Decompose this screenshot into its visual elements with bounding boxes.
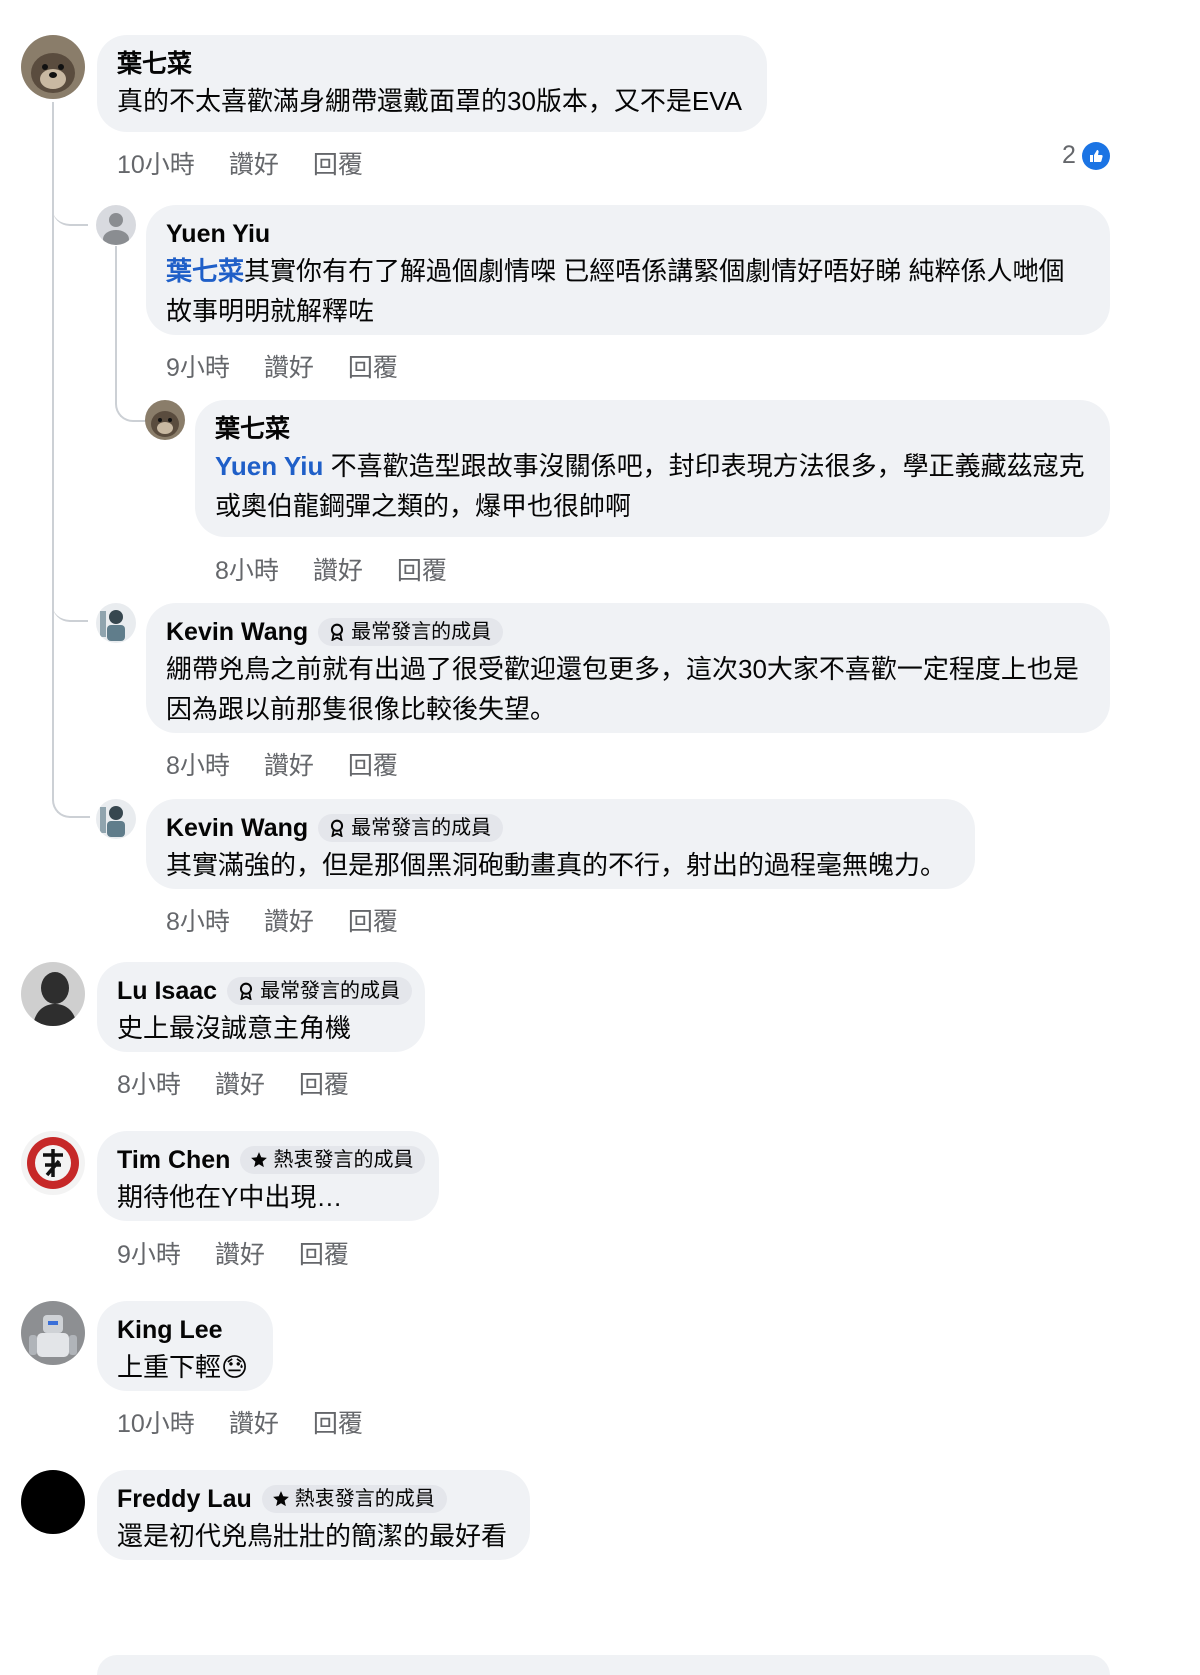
- avatar[interactable]: [145, 400, 185, 440]
- comment-text: 期待他在Y中出現…: [117, 1182, 343, 1212]
- comment-text: 史上最沒誠意主角機: [117, 1013, 352, 1043]
- comment-author[interactable]: 葉七菜: [117, 47, 747, 81]
- like-button[interactable]: 讚好: [264, 908, 314, 936]
- reply-button[interactable]: 回覆: [313, 1410, 363, 1438]
- comment-text: Yuen Yiu 不喜歡造型跟故事沒關係吧，封印表現方法很多，學正義藏茲寇克或奧…: [215, 446, 1090, 526]
- like-button[interactable]: 讚好: [215, 1071, 265, 1099]
- badge-label: 熱衷發言的成員: [294, 1488, 435, 1510]
- comment-author[interactable]: 葉七菜: [215, 412, 1090, 446]
- thread-line: [115, 246, 147, 422]
- next-comment-bubble-edge: [97, 1655, 1110, 1675]
- mention-link[interactable]: Yuen Yiu: [215, 451, 323, 481]
- like-button[interactable]: 讚好: [229, 151, 279, 179]
- comment-text: 綳帶兇鳥之前就有出過了很受歡迎還包更多，這次30大家不喜歡一定程度上也是因為跟以…: [166, 654, 1079, 724]
- author-name: Tim Chen: [117, 1146, 231, 1174]
- badge-label: 熱衷發言的成員: [273, 1149, 414, 1171]
- reply-button[interactable]: 回覆: [313, 151, 363, 179]
- reply-button[interactable]: 回覆: [299, 1071, 349, 1099]
- comment-author[interactable]: Kevin Wang 最常發言的成員: [166, 811, 955, 845]
- comment-meta: 8小時 讚好 回覆: [117, 1065, 383, 1101]
- comment-meta: 8小時 讚好 回覆: [166, 902, 432, 938]
- comment-bubble: Tim Chen 熱衷發言的成員 期待他在Y中出現…: [97, 1131, 439, 1221]
- comment-bubble: King Lee 上重下輕😓: [97, 1301, 273, 1391]
- star-icon: [272, 1491, 289, 1507]
- comment-time[interactable]: 8小時: [166, 752, 230, 780]
- author-name: Kevin Wang: [166, 814, 309, 842]
- badge-label: 最常發言的成員: [351, 621, 492, 643]
- comment-time[interactable]: 10小時: [117, 151, 195, 179]
- avatar[interactable]: [21, 1131, 85, 1195]
- avatar[interactable]: [21, 1470, 85, 1534]
- comment-time[interactable]: 10小時: [117, 1410, 195, 1438]
- award-icon: [239, 982, 253, 1000]
- badge-label: 最常發言的成員: [351, 817, 492, 839]
- reply-button[interactable]: 回覆: [348, 354, 398, 382]
- comment-meta: 8小時 讚好 回覆: [166, 746, 432, 782]
- member-badge[interactable]: 熱衷發言的成員: [261, 1485, 447, 1513]
- comment-bubble: Lu Isaac 最常發言的成員 史上最沒誠意主角機: [97, 962, 425, 1052]
- member-badge[interactable]: 熱衷發言的成員: [240, 1146, 426, 1174]
- member-badge[interactable]: 最常發言的成員: [318, 814, 504, 842]
- author-name: Lu Isaac: [117, 977, 218, 1005]
- comment-author[interactable]: King Lee: [117, 1313, 253, 1347]
- comment-author[interactable]: Tim Chen 熱衷發言的成員: [117, 1143, 426, 1177]
- like-button[interactable]: 讚好: [313, 557, 363, 585]
- comment-meta: 9小時 讚好 回覆: [166, 348, 432, 384]
- comment-meta: 8小時 讚好 回覆: [215, 551, 481, 587]
- comment-bubble: 葉七菜 Yuen Yiu 不喜歡造型跟故事沒關係吧，封印表現方法很多，學正義藏茲…: [195, 400, 1110, 537]
- comment-bubble: Yuen Yiu 葉七菜其實你有冇了解過個劇情㗎 已經唔係講緊個劇情好唔好睇 純…: [146, 205, 1110, 335]
- comment-author[interactable]: Kevin Wang 最常發言的成員: [166, 615, 1090, 649]
- like-button[interactable]: 讚好: [264, 354, 314, 382]
- avatar[interactable]: [96, 603, 136, 643]
- comment-text: 其實滿強的，但是那個黑洞砲動畫真的不行，射出的過程毫無魄力。: [166, 850, 947, 880]
- comment-bubble: Kevin Wang 最常發言的成員 綳帶兇鳥之前就有出過了很受歡迎還包更多，這次…: [146, 603, 1110, 733]
- comment-bubble: 葉七菜 真的不太喜歡滿身綳帶還戴面罩的30版本，又不是EVA: [97, 35, 767, 132]
- comment-meta: 10小時 讚好 回覆: [117, 1404, 397, 1440]
- comment-bubble: Freddy Lau 熱衷發言的成員 還是初代兇鳥壯壯的簡潔的最好看: [97, 1470, 530, 1560]
- member-badge[interactable]: 最常發言的成員: [227, 977, 413, 1005]
- comment-text: 還是初代兇鳥壯壯的簡潔的最好看: [117, 1521, 508, 1551]
- comment-text: 真的不太喜歡滿身綳帶還戴面罩的30版本，又不是EVA: [117, 86, 743, 116]
- comment-text-body: 其實你有冇了解過個劇情㗎 已經唔係講緊個劇情好唔好睇 純粹係人哋個故事明明就解釋…: [166, 256, 1065, 326]
- avatar[interactable]: [21, 35, 85, 99]
- like-button[interactable]: 讚好: [215, 1241, 265, 1269]
- comment-time[interactable]: 8小時: [215, 557, 279, 585]
- author-name: Freddy Lau: [117, 1485, 252, 1513]
- author-name: Kevin Wang: [166, 618, 309, 646]
- award-icon: [331, 623, 344, 641]
- star-icon: [251, 1152, 268, 1168]
- comment-meta: 10小時 讚好 回覆: [117, 145, 397, 181]
- comment-text: 葉七菜其實你有冇了解過個劇情㗎 已經唔係講緊個劇情好唔好睇 純粹係人哋個故事明明…: [166, 251, 1090, 331]
- avatar[interactable]: [21, 1301, 85, 1365]
- thumbs-up-icon: [1081, 141, 1110, 170]
- member-badge[interactable]: 最常發言的成員: [318, 618, 504, 646]
- comment-time[interactable]: 8小時: [166, 908, 230, 936]
- avatar[interactable]: [96, 205, 136, 245]
- comment-author[interactable]: Lu Isaac 最常發言的成員: [117, 974, 413, 1008]
- comment-meta: 9小時 讚好 回覆: [117, 1235, 383, 1271]
- comment-text-body: 不喜歡造型跟故事沒關係吧，封印表現方法很多，學正義藏茲寇克或奧伯龍鋼彈之類的，爆…: [215, 451, 1085, 521]
- reaction-number: 2: [1062, 141, 1076, 169]
- reaction-count[interactable]: 2: [1062, 141, 1110, 170]
- badge-label: 最常發言的成員: [260, 980, 401, 1002]
- reply-button[interactable]: 回覆: [299, 1241, 349, 1269]
- like-button[interactable]: 讚好: [229, 1410, 279, 1438]
- comment-bubble: Kevin Wang 最常發言的成員 其實滿強的，但是那個黑洞砲動畫真的不行，射出…: [146, 799, 975, 889]
- avatar[interactable]: [96, 799, 136, 839]
- reply-button[interactable]: 回覆: [348, 752, 398, 780]
- comment-author[interactable]: Yuen Yiu: [166, 217, 1090, 251]
- avatar[interactable]: [21, 962, 85, 1026]
- reply-button[interactable]: 回覆: [348, 908, 398, 936]
- award-icon: [331, 819, 344, 837]
- reply-button[interactable]: 回覆: [397, 557, 447, 585]
- comment-text: 上重下輕😓: [117, 1352, 249, 1382]
- like-button[interactable]: 讚好: [264, 752, 314, 780]
- comment-time[interactable]: 8小時: [117, 1071, 181, 1099]
- comment-author[interactable]: Freddy Lau 熱衷發言的成員: [117, 1482, 510, 1516]
- comment-time[interactable]: 9小時: [117, 1241, 181, 1269]
- comment-time[interactable]: 9小時: [166, 354, 230, 382]
- mention-link[interactable]: 葉七菜: [166, 256, 244, 286]
